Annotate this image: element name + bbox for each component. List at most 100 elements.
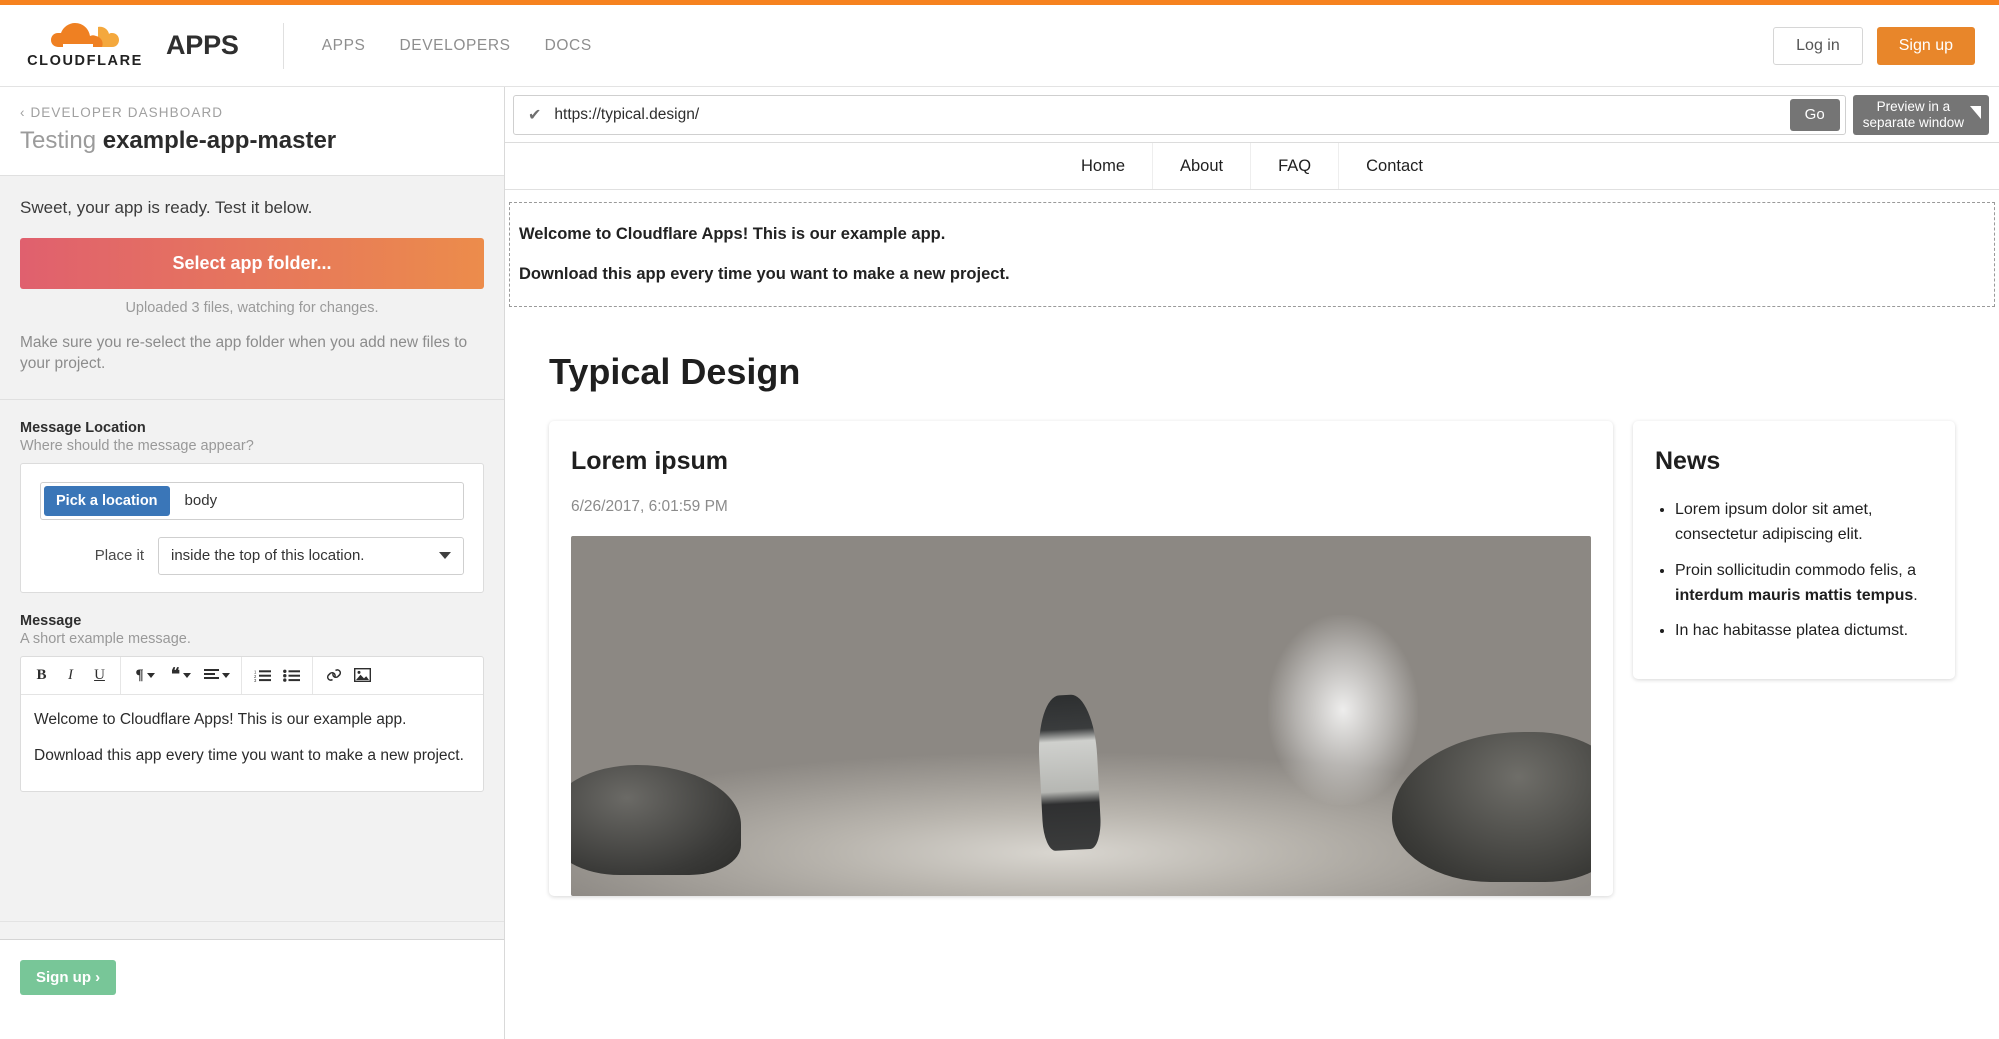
sidebar-form-fields: Message Location Where should the messag… bbox=[0, 400, 504, 921]
news-item-emphasis: interdum mauris mattis tempus bbox=[1675, 586, 1914, 604]
toolbar-group-block-format: ¶ ❝ bbox=[121, 656, 242, 694]
post-card: Lorem ipsum 6/26/2017, 6:01:59 PM bbox=[549, 421, 1613, 897]
editor-toolbar: B I U ¶ ❝ 1 2 3 bbox=[21, 656, 483, 695]
editor-content[interactable]: Welcome to Cloudflare Apps! This is our … bbox=[21, 695, 483, 791]
preview-urlbar: ✔ https://typical.design/ Go Preview in … bbox=[505, 87, 1999, 143]
site-nav-about[interactable]: About bbox=[1152, 143, 1250, 189]
toolbar-group-text-style: B I U bbox=[21, 656, 121, 694]
go-button[interactable]: Go bbox=[1789, 98, 1840, 131]
preview-button-label: Preview in a separate window bbox=[1863, 99, 1964, 130]
header-divider bbox=[282, 22, 284, 69]
sidebar-footer-spacer bbox=[0, 921, 504, 939]
italic-icon[interactable]: I bbox=[56, 660, 85, 690]
chevron-down-icon bbox=[439, 552, 451, 560]
place-it-row: Place it inside the top of this location… bbox=[40, 536, 464, 575]
message-location-field: Message Location Where should the messag… bbox=[20, 420, 484, 593]
main-split: ‹ DEVELOPER DASHBOARD Testing example-ap… bbox=[0, 87, 1999, 1039]
site-body: Typical Design Lorem ipsum 6/26/2017, 6:… bbox=[505, 307, 1999, 1039]
news-card: News Lorem ipsum dolor sit amet, consect… bbox=[1633, 421, 1955, 680]
news-list-item: In hac habitasse platea dictumst. bbox=[1675, 619, 1933, 644]
place-it-selected-value: inside the top of this location. bbox=[171, 547, 365, 565]
ordered-list-icon[interactable]: 1 2 3 bbox=[248, 660, 277, 690]
site-nav-faq[interactable]: FAQ bbox=[1250, 143, 1338, 189]
site-nav-contact[interactable]: Contact bbox=[1338, 143, 1450, 189]
preview-panel: ✔ https://typical.design/ Go Preview in … bbox=[505, 87, 1999, 1039]
news-list-item: Lorem ipsum dolor sit amet, consectetur … bbox=[1675, 498, 1933, 548]
person-figure bbox=[1036, 693, 1103, 851]
app-header: CLOUDFLARE APPS APPS DEVELOPERS DOCS Log… bbox=[0, 5, 1999, 87]
news-item-text: Lorem ipsum dolor sit amet, consectetur … bbox=[1675, 501, 1873, 543]
header-nav-developers[interactable]: DEVELOPERS bbox=[400, 37, 511, 55]
news-item-text: In hac habitasse platea dictumst. bbox=[1675, 622, 1909, 640]
upload-status-text: Uploaded 3 files, watching for changes. bbox=[125, 300, 379, 316]
paragraph-format-icon[interactable]: ¶ bbox=[127, 660, 163, 690]
url-input[interactable]: https://typical.design/ bbox=[554, 106, 1789, 124]
site-heading: Typical Design bbox=[549, 351, 801, 393]
page-title-app-name: example-app-master bbox=[102, 127, 337, 154]
page-title: Testing example-app-master bbox=[20, 127, 484, 155]
pick-a-location-button[interactable]: Pick a location bbox=[44, 485, 170, 516]
editor-paragraph: Welcome to Cloudflare Apps! This is our … bbox=[34, 710, 407, 728]
preview-button-label-line2: separate window bbox=[1862, 114, 1964, 130]
location-input-row: Pick a location body bbox=[40, 481, 464, 520]
news-title: News bbox=[1655, 447, 1721, 476]
injected-message-line: Download this app every time you want to… bbox=[519, 265, 1010, 284]
right-rocks bbox=[1391, 731, 1591, 882]
location-input-wrap[interactable]: Pick a location body bbox=[40, 481, 464, 520]
location-picker-box: Pick a location body Place it inside the… bbox=[20, 462, 484, 593]
underline-icon[interactable]: U bbox=[85, 660, 114, 690]
post-photo bbox=[571, 536, 1591, 897]
cloud-icon bbox=[49, 22, 121, 52]
news-list: Lorem ipsum dolor sit amet, consectetur … bbox=[1675, 498, 1933, 644]
signup-button[interactable]: Sign up bbox=[1876, 26, 1975, 65]
preview-button-label-line1: Preview in a bbox=[1876, 98, 1951, 114]
location-selector-value: body bbox=[184, 492, 218, 510]
cloudflare-logo[interactable]: CLOUDFLARE bbox=[27, 22, 143, 69]
injected-message-banner: Welcome to Cloudflare Apps! This is our … bbox=[509, 202, 1995, 308]
header-nav-apps[interactable]: APPS bbox=[322, 37, 366, 55]
header-actions: Log in Sign up bbox=[1773, 26, 1975, 65]
header-nav: APPS DEVELOPERS DOCS bbox=[322, 37, 592, 55]
wave-spray bbox=[1267, 615, 1418, 806]
post-date: 6/26/2017, 6:01:59 PM bbox=[571, 498, 728, 516]
reselect-hint-text: Make sure you re-select the app folder w… bbox=[20, 334, 468, 372]
site-columns: Lorem ipsum 6/26/2017, 6:01:59 PM News L bbox=[549, 421, 1955, 897]
sidebar-footer: Sign up › bbox=[0, 939, 504, 1039]
cloudflare-wordmark: CLOUDFLARE bbox=[27, 53, 143, 69]
message-location-help: Where should the message appear? bbox=[20, 437, 254, 454]
login-button[interactable]: Log in bbox=[1773, 26, 1863, 65]
footer-signup-button[interactable]: Sign up › bbox=[20, 960, 117, 995]
left-rocks bbox=[571, 764, 741, 875]
external-window-icon bbox=[1970, 105, 1981, 119]
blockquote-icon[interactable]: ❝ bbox=[163, 660, 199, 690]
site-nav-home[interactable]: Home bbox=[1054, 143, 1152, 189]
select-app-folder-button[interactable]: Select app folder... bbox=[20, 238, 484, 289]
message-field: Message A short example message. B I U ¶… bbox=[20, 613, 484, 792]
place-it-label: Place it bbox=[94, 547, 144, 565]
place-it-select[interactable]: inside the top of this location. bbox=[158, 536, 464, 575]
news-item-text: Proin sollicitudin commodo felis, a bbox=[1675, 561, 1916, 579]
toolbar-group-insert bbox=[313, 657, 383, 694]
link-icon[interactable] bbox=[319, 660, 348, 690]
preview-in-separate-window-button[interactable]: Preview in a separate window bbox=[1852, 94, 1989, 135]
message-help: A short example message. bbox=[20, 630, 191, 647]
editor-paragraph: Download this app every time you want to… bbox=[34, 747, 464, 765]
message-location-label: Message Location bbox=[20, 419, 146, 436]
apps-wordmark: APPS bbox=[166, 30, 239, 60]
align-icon[interactable] bbox=[199, 660, 235, 690]
toolbar-group-lists: 1 2 3 bbox=[242, 656, 313, 694]
message-label: Message bbox=[20, 612, 82, 629]
breadcrumb[interactable]: ‹ DEVELOPER DASHBOARD bbox=[20, 105, 484, 120]
image-icon[interactable] bbox=[348, 660, 377, 690]
page-title-prefix: Testing bbox=[20, 127, 103, 154]
previewed-site: Home About FAQ Contact Welcome to Cloudf… bbox=[505, 143, 1999, 1039]
news-list-item: Proin sollicitudin commodo felis, a inte… bbox=[1675, 559, 1933, 609]
post-title: Lorem ipsum bbox=[571, 447, 728, 476]
header-nav-docs[interactable]: DOCS bbox=[545, 37, 592, 55]
bold-icon[interactable]: B bbox=[27, 660, 56, 690]
url-input-wrap[interactable]: ✔ https://typical.design/ Go bbox=[513, 94, 1846, 135]
brand-block[interactable]: CLOUDFLARE APPS bbox=[27, 22, 239, 69]
news-item-text-tail: . bbox=[1913, 586, 1918, 604]
unordered-list-icon[interactable] bbox=[277, 660, 306, 690]
svg-text:3: 3 bbox=[254, 678, 257, 682]
